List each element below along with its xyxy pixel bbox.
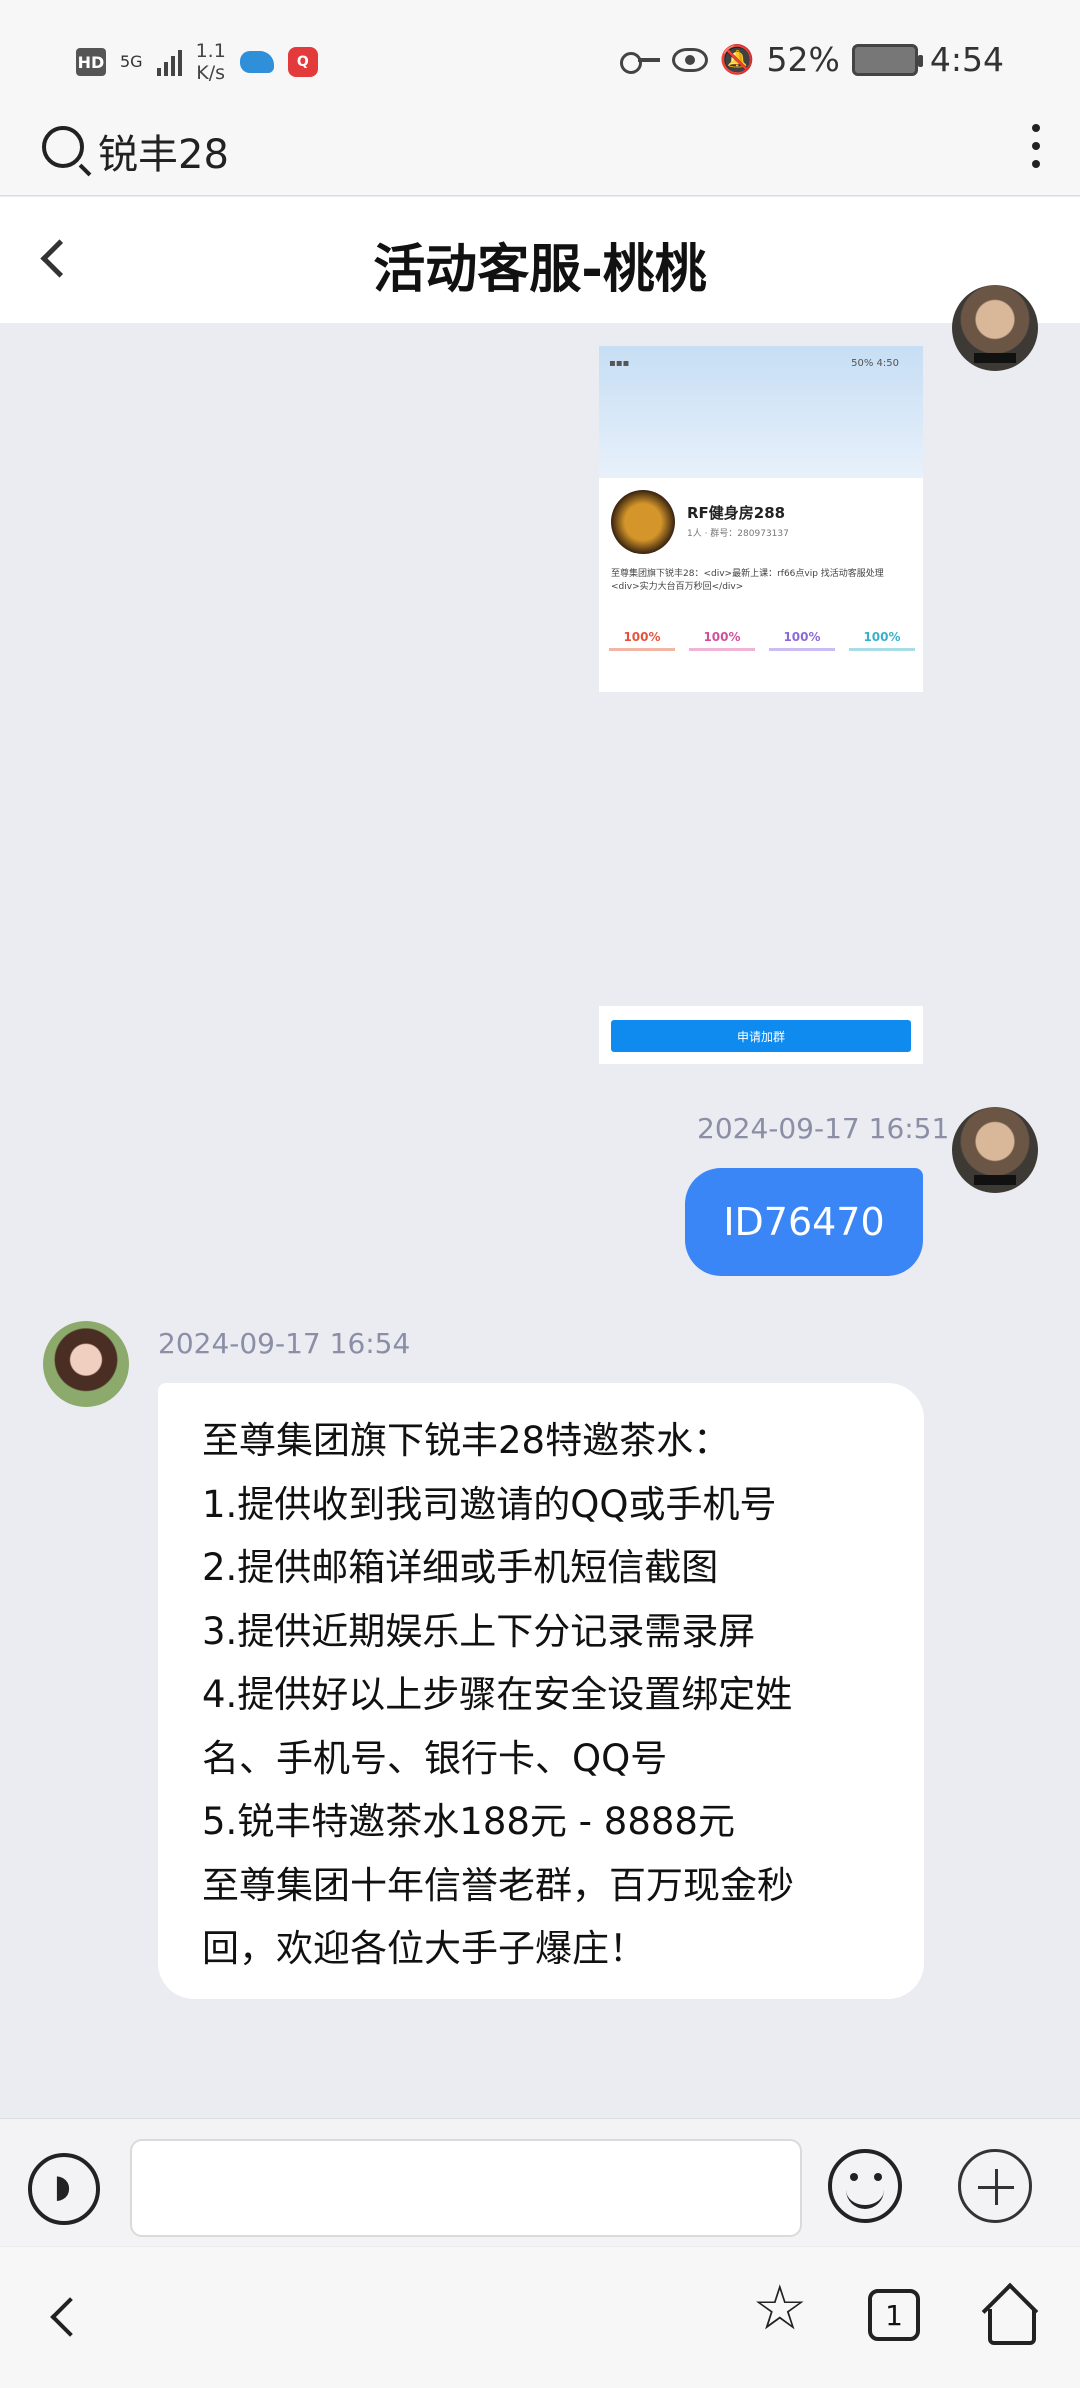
bottom-nav: ☆ 1 [0,2247,1080,2388]
bell-muted-icon: 🔕 [719,43,755,76]
message-line: 1.提供收到我司邀请的QQ或手机号 [202,1482,777,1526]
chat-header: 活动客服-桃桃 [0,197,1080,323]
image-message[interactable]: ▪︎▪︎▪︎ 50% 4:50 RF健身房288 1人 · 群号：2809731… [599,346,923,692]
mini-signal: ▪︎▪︎▪︎ [609,358,630,369]
screenshot-header: ▪︎▪︎▪︎ 50% 4:50 [599,346,923,478]
status-bar: HD 5G 1.1 K/s Q 🔕 52% 4:54 [0,0,1080,118]
message-line: 5.锐丰特邀茶水188元 - 8888元 [202,1800,735,1843]
battery-percent: 52% [766,40,840,79]
stat-item: 100% [689,630,755,651]
eye-icon [671,47,708,72]
search-icon[interactable] [42,126,84,168]
avatar[interactable] [43,1321,129,1407]
mini-status: 50% 4:50 [851,358,899,369]
red-app-icon: Q [287,47,318,77]
message-line: 名、手机号、银行卡、QQ号 [202,1736,668,1780]
stat-item: 100% [769,630,835,651]
chat-input-bar [0,2118,1080,2246]
whale-app-icon [239,51,274,73]
message-timestamp: 2024-09-17 16:51 [697,1112,950,1145]
group-logo [611,490,675,554]
group-description: 至尊集团旗下锐丰28：<div>最新上课：rf66点vip 找活动客服处理<di… [611,569,884,592]
message-line: 至尊集团旗下锐丰28特邀茶水： [202,1419,731,1462]
network-speed: 1.1 K/s [195,40,226,84]
signal-icon [156,48,182,76]
tabs-button[interactable]: 1 [868,2289,920,2341]
stat-item: 100% [609,630,675,651]
stat-item: 100% [849,630,915,651]
hd-icon: HD [76,48,106,76]
key-icon [619,50,660,74]
group-stats: 100% 100% 100% 100% [609,630,915,651]
join-group-button: 申请加群 [611,1020,911,1052]
avatar[interactable] [952,1107,1038,1193]
image-message-bottom[interactable]: 申请加群 [599,1006,923,1064]
voice-icon[interactable] [28,2153,100,2225]
page-title: 活动客服-桃桃 [373,240,707,300]
group-card: RF健身房288 1人 · 群号：280973137 至尊集团旗下锐丰28：<d… [599,478,923,692]
home-icon[interactable] [980,2287,1036,2345]
message-line: 2.提供邮箱详细或手机短信截图 [202,1546,719,1589]
message-line: 至尊集团十年信誉老群，百万现金秒 [202,1863,794,1907]
search-bar[interactable]: 锐丰28 [0,118,1080,196]
status-right: 🔕 52% 4:54 [619,40,1004,79]
emoji-icon[interactable] [828,2149,902,2223]
plus-icon[interactable] [958,2149,1032,2223]
more-menu-icon[interactable] [1032,124,1042,168]
search-query[interactable]: 锐丰28 [98,122,229,180]
star-icon[interactable]: ☆ [752,2277,808,2339]
my-message-bubble[interactable]: ID76470 [685,1168,923,1276]
network-type: 5G [120,52,143,71]
message-line: 回，欢迎各位大手子爆庄！ [202,1927,646,1970]
group-name: RF健身房288 [687,504,786,522]
received-message-bubble[interactable]: 至尊集团旗下锐丰28特邀茶水： 1.提供收到我司邀请的QQ或手机号 2.提供邮箱… [158,1383,924,1999]
message-input[interactable] [130,2139,802,2237]
back-icon[interactable] [46,2293,76,2339]
battery-icon [851,43,923,76]
status-left: HD 5G 1.1 K/s Q [76,40,318,84]
group-sub: 1人 · 群号：280973137 [687,529,789,539]
message-line: 4.提供好以上步骤在安全设置绑定姓 [202,1673,793,1716]
message-timestamp: 2024-09-17 16:54 [158,1327,411,1360]
message-line: 3.提供近期娱乐上下分记录需录屏 [202,1609,756,1653]
clock: 4:54 [929,40,1004,79]
avatar[interactable] [952,285,1038,371]
